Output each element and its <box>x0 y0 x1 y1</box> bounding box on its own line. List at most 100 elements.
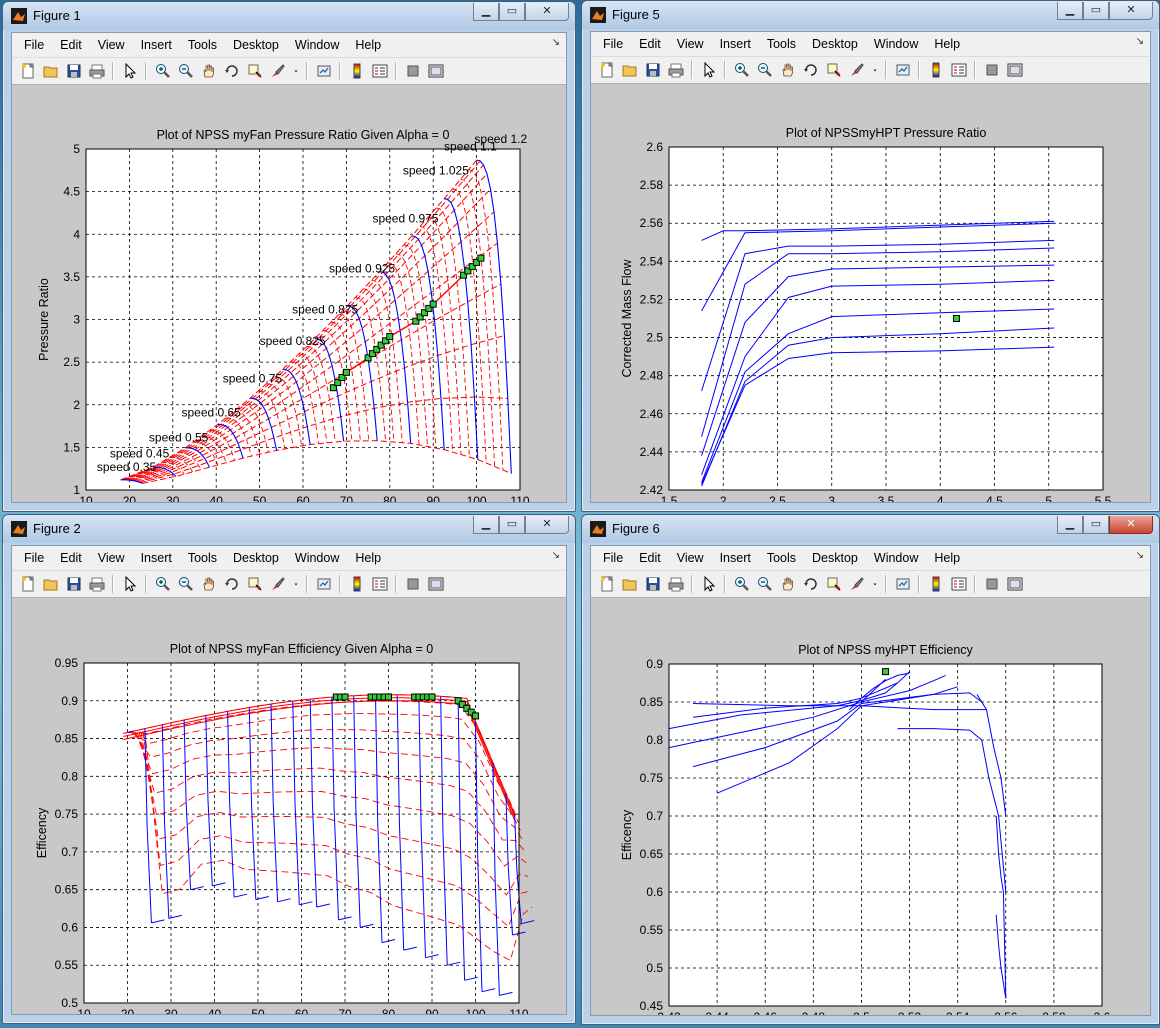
close-button[interactable]: ✕ <box>525 3 569 21</box>
edit-plot-arrow-button[interactable] <box>121 575 139 593</box>
rotate-3d-button[interactable] <box>802 61 820 79</box>
data-cursor-button[interactable] <box>246 575 264 593</box>
menu-file[interactable]: File <box>595 37 631 51</box>
title-bar[interactable]: Figure 5 ▁ ▭ ✕ <box>582 1 1159 29</box>
close-button[interactable]: ✕ <box>1109 2 1153 20</box>
dock-arrow-icon[interactable]: ↘ <box>552 37 560 48</box>
menu-desktop[interactable]: Desktop <box>804 551 866 565</box>
show-tools-button[interactable] <box>1006 575 1024 593</box>
brush-button[interactable] <box>848 61 866 79</box>
hide-tools-button[interactable] <box>404 62 422 80</box>
print-button[interactable] <box>88 62 106 80</box>
zoom-in-button[interactable] <box>154 62 172 80</box>
menu-window[interactable]: Window <box>287 551 347 565</box>
hide-tools-button[interactable] <box>983 61 1001 79</box>
minimize-button[interactable]: ▁ <box>473 516 499 534</box>
menu-tools[interactable]: Tools <box>180 38 225 52</box>
close-button[interactable]: ✕ <box>1109 516 1153 534</box>
dropdown-arrow-button[interactable] <box>292 62 300 80</box>
menu-edit[interactable]: Edit <box>631 37 669 51</box>
data-cursor-button[interactable] <box>246 62 264 80</box>
dock-arrow-icon[interactable]: ↘ <box>1136 36 1144 47</box>
colorbar-button[interactable] <box>348 62 366 80</box>
menu-file[interactable]: File <box>16 551 52 565</box>
menu-window[interactable]: Window <box>866 551 926 565</box>
link-plot-button[interactable] <box>894 61 912 79</box>
menu-help[interactable]: Help <box>926 551 968 565</box>
menu-file[interactable]: File <box>595 551 631 565</box>
menu-view[interactable]: View <box>90 38 133 52</box>
link-plot-button[interactable] <box>315 62 333 80</box>
maximize-button[interactable]: ▭ <box>1083 516 1109 534</box>
edit-plot-arrow-button[interactable] <box>121 62 139 80</box>
zoom-in-button[interactable] <box>154 575 172 593</box>
title-bar[interactable]: Figure 6 ▁ ▭ ✕ <box>582 515 1159 543</box>
save-button[interactable] <box>644 61 662 79</box>
menu-desktop[interactable]: Desktop <box>225 551 287 565</box>
menu-tools[interactable]: Tools <box>180 551 225 565</box>
zoom-out-button[interactable] <box>177 575 195 593</box>
save-button[interactable] <box>644 575 662 593</box>
zoom-out-button[interactable] <box>756 61 774 79</box>
minimize-button[interactable]: ▁ <box>1057 2 1083 20</box>
new-figure-button[interactable] <box>598 61 616 79</box>
pan-hand-button[interactable] <box>779 575 797 593</box>
menu-edit[interactable]: Edit <box>631 551 669 565</box>
dock-arrow-icon[interactable]: ↘ <box>552 550 560 561</box>
menu-view[interactable]: View <box>669 551 712 565</box>
dropdown-arrow-button[interactable] <box>292 575 300 593</box>
legend-button[interactable] <box>371 62 389 80</box>
menu-edit[interactable]: Edit <box>52 38 90 52</box>
new-figure-button[interactable] <box>598 575 616 593</box>
menu-edit[interactable]: Edit <box>52 551 90 565</box>
brush-button[interactable] <box>848 575 866 593</box>
menu-help[interactable]: Help <box>347 38 389 52</box>
open-file-button[interactable] <box>621 575 639 593</box>
hide-tools-button[interactable] <box>404 575 422 593</box>
title-bar[interactable]: Figure 2 ▁ ▭ ✕ <box>3 515 575 543</box>
maximize-button[interactable]: ▭ <box>499 516 525 534</box>
colorbar-button[interactable] <box>927 61 945 79</box>
zoom-in-button[interactable] <box>733 575 751 593</box>
open-file-button[interactable] <box>621 61 639 79</box>
open-file-button[interactable] <box>42 575 60 593</box>
title-bar[interactable]: Figure 1 ▁ ▭ ✕ <box>3 2 575 30</box>
menu-insert[interactable]: Insert <box>712 551 759 565</box>
new-figure-button[interactable] <box>19 62 37 80</box>
edit-plot-arrow-button[interactable] <box>700 575 718 593</box>
zoom-out-button[interactable] <box>756 575 774 593</box>
legend-button[interactable] <box>950 575 968 593</box>
menu-tools[interactable]: Tools <box>759 37 804 51</box>
colorbar-button[interactable] <box>348 575 366 593</box>
print-button[interactable] <box>667 61 685 79</box>
open-file-button[interactable] <box>42 62 60 80</box>
hide-tools-button[interactable] <box>983 575 1001 593</box>
menu-help[interactable]: Help <box>926 37 968 51</box>
data-cursor-button[interactable] <box>825 575 843 593</box>
menu-insert[interactable]: Insert <box>712 37 759 51</box>
dropdown-arrow-button[interactable] <box>871 61 879 79</box>
legend-button[interactable] <box>950 61 968 79</box>
print-button[interactable] <box>667 575 685 593</box>
menu-tools[interactable]: Tools <box>759 551 804 565</box>
legend-button[interactable] <box>371 575 389 593</box>
menu-window[interactable]: Window <box>866 37 926 51</box>
menu-desktop[interactable]: Desktop <box>225 38 287 52</box>
save-button[interactable] <box>65 575 83 593</box>
menu-insert[interactable]: Insert <box>133 38 180 52</box>
save-button[interactable] <box>65 62 83 80</box>
brush-button[interactable] <box>269 62 287 80</box>
rotate-3d-button[interactable] <box>223 62 241 80</box>
print-button[interactable] <box>88 575 106 593</box>
menu-desktop[interactable]: Desktop <box>804 37 866 51</box>
rotate-3d-button[interactable] <box>802 575 820 593</box>
minimize-button[interactable]: ▁ <box>1057 516 1083 534</box>
zoom-in-button[interactable] <box>733 61 751 79</box>
show-tools-button[interactable] <box>427 62 445 80</box>
data-cursor-button[interactable] <box>825 61 843 79</box>
menu-insert[interactable]: Insert <box>133 551 180 565</box>
close-button[interactable]: ✕ <box>525 516 569 534</box>
menu-file[interactable]: File <box>16 38 52 52</box>
show-tools-button[interactable] <box>1006 61 1024 79</box>
menu-window[interactable]: Window <box>287 38 347 52</box>
